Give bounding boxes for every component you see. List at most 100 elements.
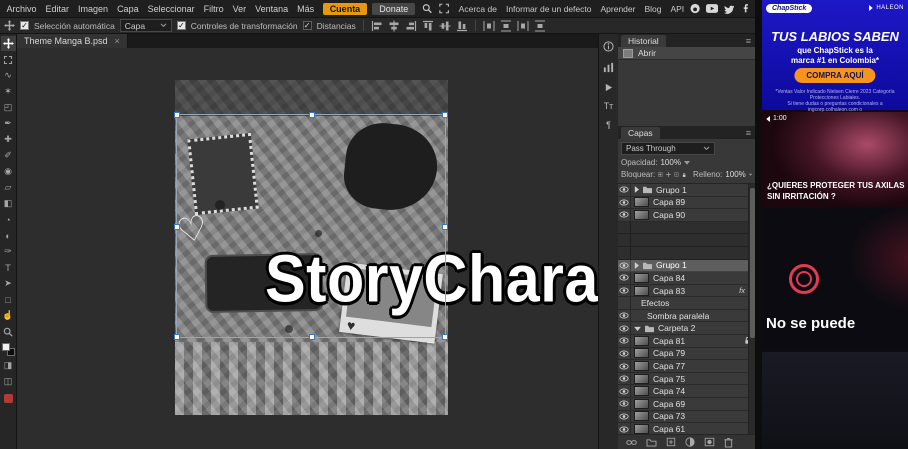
deodorant-ad[interactable]: 1:00 ¿QUIERES PROTEGER TUS AXILAS SIN IR… bbox=[762, 112, 908, 207]
tool-quick-mask[interactable]: ◨ bbox=[1, 358, 16, 373]
new-group-icon[interactable] bbox=[646, 438, 657, 447]
panel-menu-icon[interactable]: ≡ bbox=[746, 36, 751, 46]
visibility-toggle-eye-icon[interactable] bbox=[618, 423, 631, 434]
tool-crop[interactable]: ◰ bbox=[1, 100, 16, 115]
transform-handle-top-left[interactable] bbox=[174, 112, 180, 118]
youtube-icon[interactable] bbox=[706, 4, 718, 13]
distribute-spacing-horizontal-icon[interactable] bbox=[517, 20, 529, 32]
menu-capa[interactable]: Capa bbox=[113, 4, 144, 14]
link-informar-defecto[interactable]: Informar de un defecto bbox=[506, 4, 592, 14]
distribute-vertical-icon[interactable] bbox=[500, 20, 512, 32]
visibility-toggle-eye-icon[interactable] bbox=[618, 360, 631, 372]
visibility-toggle-eye-icon[interactable] bbox=[618, 373, 631, 385]
fill-value[interactable]: 100% bbox=[725, 170, 745, 179]
layer-mask-icon[interactable] bbox=[704, 437, 715, 447]
menu-imagen[interactable]: Imagen bbox=[74, 4, 113, 14]
layer-row-carpeta-2[interactable]: Carpeta 2 bbox=[618, 322, 755, 335]
histogram-panel-icon[interactable] bbox=[603, 62, 614, 73]
link-layers-icon[interactable] bbox=[626, 437, 637, 448]
search-icon[interactable] bbox=[422, 3, 432, 14]
lock-all-icon[interactable] bbox=[682, 170, 686, 180]
visibility-toggle-eye-icon[interactable] bbox=[618, 385, 631, 397]
twitter-icon[interactable] bbox=[724, 4, 734, 14]
buy-now-button[interactable]: COMPRA AQUÍ bbox=[794, 68, 875, 83]
tool-gradient[interactable]: ◧ bbox=[1, 196, 16, 211]
donate-button[interactable]: Donate bbox=[372, 3, 415, 15]
layer-row-capa-81[interactable]: Capa 81 bbox=[618, 335, 755, 348]
transform-handle-middle-left[interactable] bbox=[174, 224, 180, 230]
align-left-icon[interactable] bbox=[371, 20, 383, 32]
visibility-toggle-eye-icon[interactable] bbox=[618, 197, 631, 209]
adjustment-layer-icon[interactable] bbox=[685, 437, 695, 447]
layer-row-capa-73[interactable]: Capa 73 bbox=[618, 411, 755, 424]
transform-handle-top-right[interactable] bbox=[442, 112, 448, 118]
layer-row-capa-61[interactable]: Capa 61 bbox=[618, 423, 755, 434]
close-tab-icon[interactable]: × bbox=[115, 36, 120, 46]
menu-ventana[interactable]: Ventana bbox=[251, 4, 293, 14]
transform-controls-checkbox[interactable] bbox=[177, 21, 186, 30]
layer-row-capa-90[interactable]: Capa 90 bbox=[618, 209, 755, 222]
layer-row-hidden[interactable] bbox=[618, 234, 755, 247]
distances-checkbox[interactable] bbox=[303, 21, 312, 30]
premium-badge-icon[interactable] bbox=[4, 394, 13, 403]
align-right-icon[interactable] bbox=[405, 20, 417, 32]
tool-clone-stamp[interactable]: ◉ bbox=[1, 164, 16, 179]
visibility-toggle-eye-icon[interactable] bbox=[618, 335, 631, 347]
character-panel-icon[interactable]: Tт bbox=[604, 102, 614, 111]
tool-screen-mode[interactable]: ◫ bbox=[1, 374, 16, 389]
chapstick-ad[interactable]: ChapStick HALEON TUS LABIOS SABEN que Ch… bbox=[762, 0, 908, 110]
facebook-icon[interactable] bbox=[741, 3, 750, 14]
distribute-horizontal-icon[interactable] bbox=[483, 20, 495, 32]
visibility-toggle-eye-icon[interactable] bbox=[618, 272, 631, 284]
layer-row-grupo-1[interactable]: Grupo 1 bbox=[618, 184, 755, 197]
lock-transparency-icon[interactable] bbox=[658, 170, 663, 179]
visibility-toggle-eye-icon[interactable] bbox=[618, 184, 631, 196]
layers-panel-tab[interactable]: Capas bbox=[621, 127, 660, 139]
transform-handle-middle-right[interactable] bbox=[442, 224, 448, 230]
link-aprender[interactable]: Aprender bbox=[600, 4, 635, 14]
transform-handle-bottom-center[interactable] bbox=[309, 334, 315, 340]
layer-row-capa-89[interactable]: Capa 89 bbox=[618, 197, 755, 210]
transform-bounding-box[interactable] bbox=[176, 114, 446, 338]
visibility-toggle[interactable] bbox=[618, 297, 631, 309]
layer-row-capa-69[interactable]: Capa 69 bbox=[618, 398, 755, 411]
align-bottom-icon[interactable] bbox=[456, 20, 468, 32]
layer-row-sombra-paralela[interactable]: Sombra paralela bbox=[618, 310, 755, 323]
link-blog[interactable]: Blog bbox=[644, 4, 661, 14]
visibility-toggle-eye-icon[interactable] bbox=[618, 348, 631, 360]
fullscreen-icon[interactable] bbox=[439, 3, 449, 14]
visibility-toggle-eye-icon[interactable] bbox=[618, 411, 631, 423]
new-layer-icon[interactable] bbox=[666, 437, 676, 447]
auto-select-checkbox[interactable] bbox=[20, 21, 29, 30]
triangle-down-icon[interactable] bbox=[749, 172, 752, 177]
video-ad-placeholder[interactable]: No se puede bbox=[762, 209, 908, 349]
layer-row-capa-74[interactable]: Capa 74 bbox=[618, 385, 755, 398]
layer-row-efectos[interactable]: Efectos bbox=[618, 297, 755, 310]
layer-row-hidden[interactable] bbox=[618, 247, 755, 260]
history-entry[interactable]: Abrir bbox=[618, 47, 755, 60]
layer-row-capa-79[interactable]: Capa 79 bbox=[618, 348, 755, 361]
align-middle-vertical-icon[interactable] bbox=[439, 20, 451, 32]
tool-hand[interactable]: ☝ bbox=[1, 308, 16, 323]
menu-ver[interactable]: Ver bbox=[228, 4, 251, 14]
align-top-icon[interactable] bbox=[422, 20, 434, 32]
visibility-toggle-eye-icon[interactable] bbox=[618, 310, 631, 322]
layer-row-capa-75[interactable]: Capa 75 bbox=[618, 373, 755, 386]
menu-archivo[interactable]: Archivo bbox=[2, 4, 41, 14]
layer-row-capa-77[interactable]: Capa 77 bbox=[618, 360, 755, 373]
visibility-toggle[interactable] bbox=[618, 247, 631, 259]
tool-eraser[interactable]: ▱ bbox=[1, 180, 16, 195]
lock-position-icon[interactable] bbox=[666, 170, 671, 179]
visibility-toggle-eye-icon[interactable] bbox=[618, 398, 631, 410]
transform-handle-bottom-right[interactable] bbox=[442, 334, 448, 340]
align-center-horizontal-icon[interactable] bbox=[388, 20, 400, 32]
canvas-area[interactable]: ♡ ♥ StoryChara bbox=[17, 48, 598, 449]
tool-type[interactable]: T bbox=[1, 260, 16, 275]
tool-pen[interactable]: ✑ bbox=[1, 244, 16, 259]
group-arrow-icon[interactable] bbox=[634, 262, 639, 269]
layer-row-grupo-1-selected[interactable]: Grupo 1 bbox=[618, 260, 755, 273]
menu-filtro[interactable]: Filtro bbox=[199, 4, 228, 14]
opacity-value[interactable]: 100% bbox=[660, 158, 680, 167]
link-acerca-de[interactable]: Acerca de bbox=[459, 4, 497, 14]
layer-row-capa-84[interactable]: Capa 84 bbox=[618, 272, 755, 285]
